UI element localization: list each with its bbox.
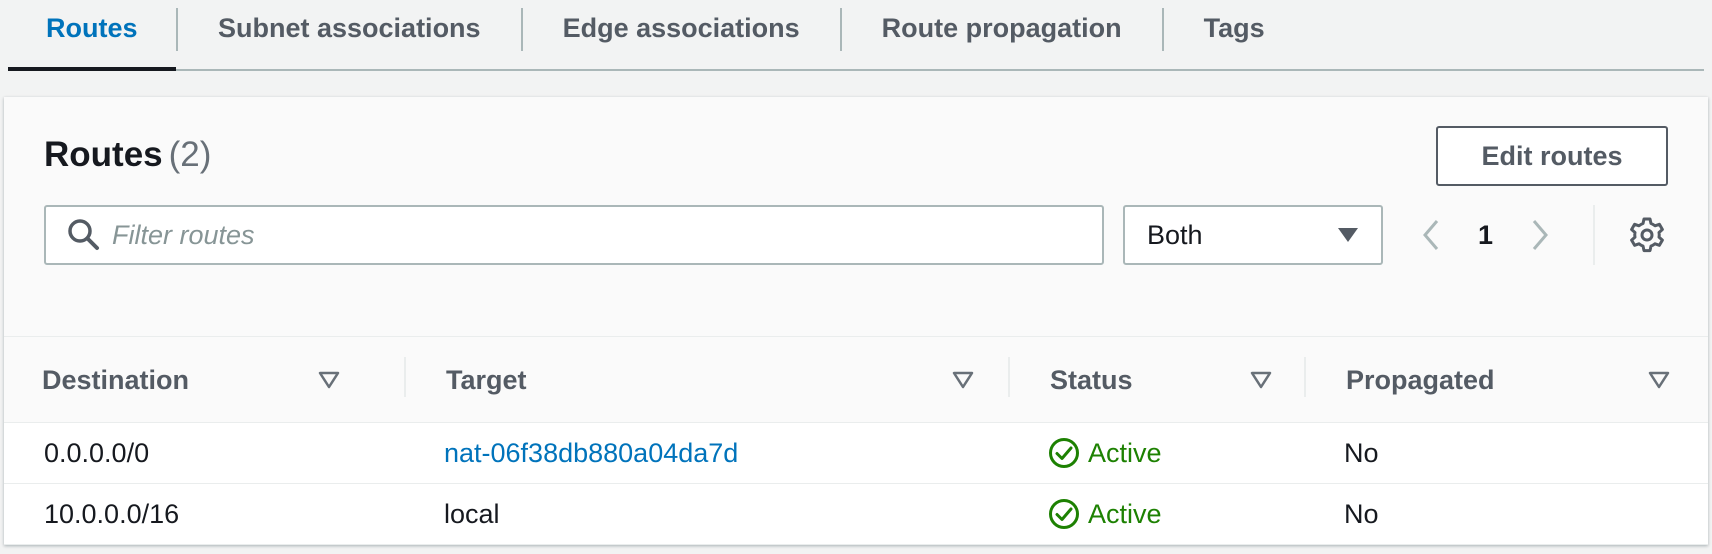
status-text: Active	[1088, 498, 1162, 529]
column-header-status[interactable]: Status	[1050, 337, 1280, 423]
cell-propagated: No	[1344, 437, 1379, 468]
column-label: Propagated	[1346, 364, 1495, 395]
caret-down-icon	[1338, 228, 1358, 242]
table-row: 0.0.0.0/0 nat-06f38db880a04da7d Active N…	[4, 423, 1708, 484]
routes-table: Destination Target Status Propagated 0.0…	[4, 337, 1708, 545]
check-circle-icon	[1049, 438, 1079, 468]
tab-bar: Routes Subnet associations Edge associat…	[8, 0, 1704, 71]
chevron-left-icon	[1423, 220, 1439, 250]
tab-tags[interactable]: Tags	[1164, 0, 1305, 69]
routes-count: (2)	[168, 135, 212, 174]
cell-destination: 0.0.0.0/0	[44, 437, 150, 468]
tab-routes[interactable]: Routes	[8, 0, 176, 71]
filter-routes-input[interactable]	[112, 219, 1012, 251]
propagation-filter-select[interactable]: Both	[1123, 205, 1383, 265]
tab-subnet-associations[interactable]: Subnet associations	[178, 0, 521, 69]
status-text: Active	[1088, 437, 1162, 468]
title-text: Routes	[44, 135, 163, 174]
sort-triangle-icon	[318, 371, 340, 389]
column-divider	[1304, 357, 1306, 397]
tab-route-propagation[interactable]: Route propagation	[842, 0, 1162, 69]
pagination-divider	[1593, 205, 1595, 265]
previous-page-button[interactable]	[1414, 215, 1448, 255]
routes-panel: Routes(2) Edit routes Both 1	[4, 97, 1708, 545]
sort-triangle-icon	[952, 371, 974, 389]
panel-header: Routes(2) Edit routes Both 1	[4, 97, 1708, 337]
column-header-destination[interactable]: Destination	[42, 337, 372, 423]
page-title: Routes (2)	[44, 135, 211, 175]
check-circle-icon	[1049, 499, 1079, 529]
tab-edge-associations[interactable]: Edge associations	[523, 0, 840, 69]
cell-destination: 10.0.0.0/16	[44, 498, 180, 529]
cell-target: local	[444, 498, 500, 529]
page-number[interactable]: 1	[1478, 220, 1493, 251]
table-row: 10.0.0.0/16 local Active No	[4, 484, 1708, 545]
pagination: 1	[1414, 205, 1557, 265]
column-divider	[1008, 357, 1010, 397]
column-header-propagated[interactable]: Propagated	[1346, 337, 1676, 423]
select-value: Both	[1147, 219, 1203, 250]
sort-triangle-icon	[1648, 371, 1670, 389]
column-header-target[interactable]: Target	[446, 337, 976, 423]
column-label: Status	[1050, 364, 1133, 395]
column-divider	[404, 357, 406, 397]
edit-routes-button[interactable]: Edit routes	[1436, 126, 1668, 186]
sort-triangle-icon	[1250, 371, 1272, 389]
column-label: Destination	[42, 364, 190, 395]
cell-status: Active	[1048, 484, 1162, 544]
gear-icon[interactable]	[1628, 216, 1666, 254]
cell-propagated: No	[1344, 498, 1379, 529]
filter-routes-field[interactable]	[44, 205, 1104, 265]
chevron-right-icon	[1532, 220, 1549, 250]
column-label: Target	[446, 364, 527, 395]
cell-status: Active	[1048, 423, 1162, 483]
table-header: Destination Target Status Propagated	[4, 337, 1708, 423]
next-page-button[interactable]	[1523, 215, 1557, 255]
cell-target-link[interactable]: nat-06f38db880a04da7d	[444, 423, 738, 483]
search-icon	[68, 219, 99, 250]
